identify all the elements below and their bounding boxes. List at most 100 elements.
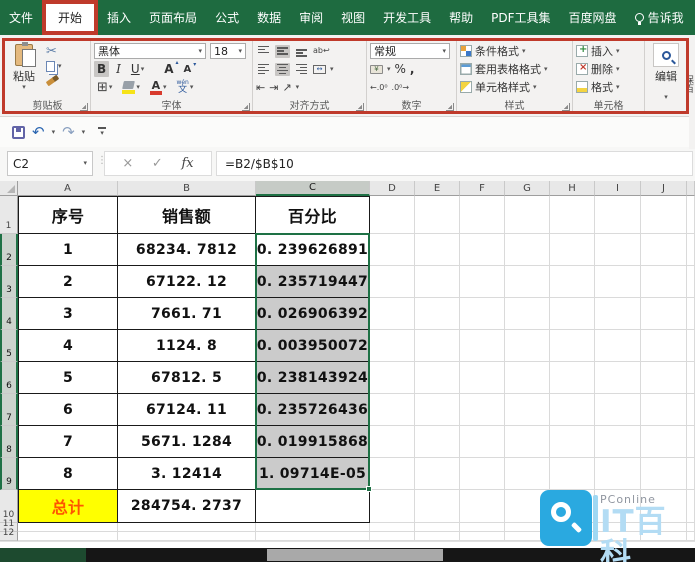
cell-C11[interactable] [256,523,370,532]
number-dialog-launcher[interactable] [446,103,454,111]
cell-H9[interactable] [550,458,595,490]
insert-cells-button[interactable]: 插入 [576,42,641,60]
menu-tab-审阅[interactable]: 审阅 [290,0,332,35]
cell-D4[interactable] [370,298,415,330]
menu-tab-公式[interactable]: 公式 [206,0,248,35]
bold-button[interactable]: B [94,61,109,77]
cell-D9[interactable] [370,458,415,490]
cell-C5[interactable]: 0. 003950072 [256,330,370,362]
cell-D6[interactable] [370,362,415,394]
cell-G1[interactable] [505,196,550,234]
font-name-select[interactable]: 黑体 [94,43,206,59]
cell-J4[interactable] [641,298,687,330]
cell-J6[interactable] [641,362,687,394]
merge-center-button[interactable]: ↔ [313,65,326,74]
clipboard-dialog-launcher[interactable] [80,103,88,111]
cell-partial1[interactable] [687,196,695,234]
row-header-9[interactable]: 9 [0,458,18,490]
cell-C1[interactable]: 百分比 [256,196,370,234]
delete-cells-button[interactable]: 删除 [576,60,641,78]
cell-B1[interactable]: 销售额 [118,196,256,234]
cell-B2[interactable]: 68234. 7812 [118,234,256,266]
cell-H5[interactable] [550,330,595,362]
align-right-button[interactable] [294,63,309,76]
increase-decimal-button[interactable]: ←.0⁰ [370,83,388,92]
number-format-select[interactable]: 常规 [370,43,450,59]
cell-G5[interactable] [505,330,550,362]
font-size-select[interactable]: 18 [210,43,246,59]
row-header-12[interactable]: 12 [0,532,18,541]
cell-I1[interactable] [595,196,641,234]
fill-color-button[interactable] [119,80,143,95]
cell-B10[interactable]: 284754. 2737 [118,490,256,523]
cell-F8[interactable] [460,426,505,458]
percent-style-button[interactable]: % [395,62,406,76]
cell-partial2[interactable] [687,234,695,266]
cell-G9[interactable] [505,458,550,490]
cell-I7[interactable] [595,394,641,426]
italic-button[interactable]: I [113,61,124,77]
redo-icon[interactable]: ↷ [62,125,75,140]
menu-tab-文件[interactable]: 文件 [0,0,42,35]
cell-A12[interactable] [18,532,118,541]
cell-partial5[interactable] [687,330,695,362]
cell-E4[interactable] [415,298,460,330]
cell-B9[interactable]: 3. 12414 [118,458,256,490]
cell-C8[interactable]: 0. 019915868 [256,426,370,458]
cell-B5[interactable]: 1124. 8 [118,330,256,362]
cell-H6[interactable] [550,362,595,394]
col-header-E[interactable]: E [415,181,460,196]
row-header-1[interactable]: 1 [0,196,18,234]
font-dialog-launcher[interactable] [242,103,250,111]
paste-button[interactable]: 粘贴 [8,44,40,91]
cell-C2[interactable]: 0. 239626891 [256,234,370,266]
alignment-dialog-launcher[interactable] [356,103,364,111]
cell-A3[interactable]: 2 [18,266,118,298]
menu-tab-百度网盘[interactable]: 百度网盘 [560,0,626,35]
row-header-3[interactable]: 3 [0,266,18,298]
cell-partial7[interactable] [687,394,695,426]
cell-E9[interactable] [415,458,460,490]
underline-button[interactable]: U [128,61,147,77]
increase-indent-button[interactable]: ⇥ [269,82,278,93]
cell-J3[interactable] [641,266,687,298]
insert-function-icon[interactable]: fx [181,156,193,171]
orientation-button[interactable]: ↗ [282,82,291,93]
cell-J1[interactable] [641,196,687,234]
grow-font-button[interactable]: A [161,61,176,77]
col-header-partial[interactable] [687,181,695,196]
cell-E8[interactable] [415,426,460,458]
cell-E10[interactable] [415,490,460,523]
cell-G7[interactable] [505,394,550,426]
cell-A4[interactable]: 3 [18,298,118,330]
formula-input[interactable]: =B2/$B$10 [216,151,693,176]
cell-H1[interactable] [550,196,595,234]
cell-G3[interactable] [505,266,550,298]
cell-B11[interactable] [118,523,256,532]
row-header-8[interactable]: 8 [0,426,18,458]
menu-tab-页面布局[interactable]: 页面布局 [140,0,206,35]
cut-icon[interactable]: ✂ [46,45,62,58]
cell-C9[interactable]: 1. 09714E-05 [256,458,370,490]
cell-H2[interactable] [550,234,595,266]
cell-F9[interactable] [460,458,505,490]
cell-D7[interactable] [370,394,415,426]
phonetic-button[interactable]: wén文 [173,79,196,96]
cell-C10[interactable] [256,490,370,523]
menu-tab-帮助[interactable]: 帮助 [440,0,482,35]
cell-E2[interactable] [415,234,460,266]
cell-B3[interactable]: 67122. 12 [118,266,256,298]
cell-F7[interactable] [460,394,505,426]
cell-D2[interactable] [370,234,415,266]
cell-A11[interactable] [18,523,118,532]
cell-E6[interactable] [415,362,460,394]
cell-F6[interactable] [460,362,505,394]
cell-G8[interactable] [505,426,550,458]
align-middle-button[interactable] [275,45,290,58]
menu-tab-PDF工具集[interactable]: PDF工具集 [482,0,559,35]
cell-A8[interactable]: 7 [18,426,118,458]
cell-G6[interactable] [505,362,550,394]
row-header-2[interactable]: 2 [0,234,18,266]
cell-F3[interactable] [460,266,505,298]
cell-partial4[interactable] [687,298,695,330]
